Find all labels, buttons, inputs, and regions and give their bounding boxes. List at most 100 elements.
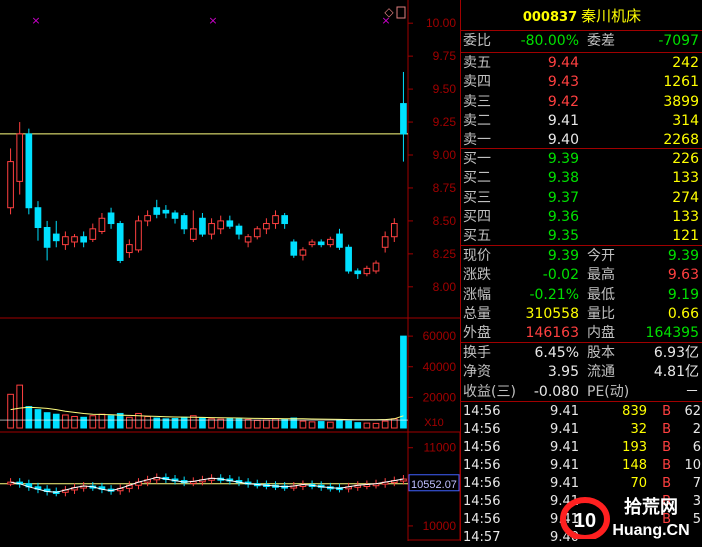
sell-price: 9.42	[547, 93, 579, 110]
quote-label: 涨幅	[463, 286, 491, 303]
candle-body	[7, 161, 14, 209]
volume-bar	[253, 419, 261, 429]
candle-body	[162, 209, 170, 214]
weibi-label: 委比	[463, 33, 491, 49]
volume-bar	[62, 414, 69, 429]
tick-price: 9.41	[550, 440, 579, 455]
volume-bar	[244, 419, 252, 429]
sell-label: 卖二	[463, 112, 491, 129]
tick-row[interactable]: 14:56 9.41 148 B 10	[463, 457, 701, 475]
quote-row: 涨跌 -0.02 最高 9.63	[463, 266, 701, 285]
watermark-badge: 10	[574, 510, 596, 532]
candle-body	[153, 207, 161, 215]
buy-price: 9.36	[547, 208, 579, 225]
buy-volume: 133	[672, 170, 699, 187]
candle-body	[272, 215, 279, 225]
quote-value: -0.21%	[529, 286, 579, 303]
fund-row: 换手 6.45% 股本 6.93亿	[463, 344, 701, 363]
candle-body	[34, 207, 42, 229]
tick-time: 14:56	[463, 458, 501, 473]
tick-count: 2	[692, 422, 701, 437]
tick-time: 14:56	[463, 512, 501, 527]
candle-body	[107, 212, 115, 225]
price-tick-label: 8.75	[433, 181, 457, 195]
divider	[461, 401, 702, 402]
tick-row[interactable]: 14:56 9.41 193 B 6	[463, 439, 701, 457]
volume-bar	[126, 416, 133, 429]
candle-body	[25, 133, 33, 209]
volume-bar	[52, 413, 60, 429]
buy-label: 买一	[463, 151, 491, 167]
fund-value: 6.45%	[534, 345, 579, 361]
fund-row: 净资 3.95 流通 4.81亿	[463, 363, 701, 382]
index-tick-label: 10000	[423, 519, 457, 533]
tick-time: 14:56	[463, 440, 501, 455]
volume-bar	[381, 420, 389, 429]
tick-price: 9.41	[550, 422, 579, 437]
sell-label: 卖三	[463, 93, 491, 110]
candle-body	[89, 228, 97, 240]
watermark-line2: Huang.CN	[612, 522, 689, 539]
volume-bar	[98, 413, 106, 429]
kline-chart[interactable]: 10.009.759.509.259.008.758.508.258.00× × ×…	[0, 0, 460, 541]
buy-volume: 121	[672, 228, 699, 245]
window-box-icon	[396, 6, 406, 19]
tick-bs-flag: B	[662, 404, 671, 419]
price-tick-label: 8.50	[433, 214, 457, 228]
fund-value2: 6.93亿	[653, 345, 699, 361]
candle-body	[299, 249, 307, 256]
quote-label2: 今开	[587, 248, 615, 264]
quote-value2: 9.19	[667, 286, 699, 303]
candle-body	[263, 223, 270, 230]
candle-body	[116, 223, 124, 261]
sell-price: 9.44	[547, 55, 579, 71]
tick-time: 14:56	[463, 476, 501, 491]
candle-body	[126, 244, 133, 254]
watermark-line1: 拾荒网	[624, 496, 678, 518]
volume-bar	[317, 421, 325, 429]
fund-label2: 股本	[587, 345, 615, 361]
quote-label2: 量比	[587, 305, 615, 322]
quote-label2: 内盘	[587, 325, 615, 342]
tick-bs-flag: B	[662, 422, 671, 437]
tick-row[interactable]: 14:56 9.41 32 B 2	[463, 421, 701, 439]
volume-bar	[400, 335, 407, 429]
kline-chart-area[interactable]: 10.00 9.75 9.50 9.25 9.00 8.75 8.50 8.25 8.00 × × ×…	[0, 0, 460, 541]
event-marker: ×	[31, 14, 40, 27]
volume-bar	[299, 420, 307, 429]
buy-row: 买二 9.38 133	[463, 169, 701, 188]
quote-label: 涨跌	[463, 267, 491, 284]
tick-time: 14:56	[463, 422, 501, 437]
candle-body	[327, 238, 334, 246]
quote-value2: 9.39	[667, 248, 699, 264]
volume-bar	[372, 422, 380, 429]
buy-row: 买四 9.36 133	[463, 208, 701, 227]
volume-bar	[89, 415, 97, 429]
tick-row[interactable]: 14:56 9.41 839 B 62	[463, 403, 701, 421]
tick-count: 6	[692, 440, 701, 455]
tick-price: 9.41	[550, 404, 579, 419]
quote-value: 310558	[525, 305, 579, 322]
volume-tick-label: 40000	[423, 360, 457, 374]
sell-price: 9.43	[547, 74, 579, 91]
buy-price: 9.39	[547, 151, 579, 167]
volume-bar	[281, 419, 288, 429]
candle-body	[235, 225, 243, 235]
candle-body	[354, 270, 362, 275]
candle-body	[363, 267, 371, 275]
tick-bs-flag: B	[662, 440, 671, 455]
stock-header: 000837 秦川机床	[461, 5, 702, 26]
quote-label: 外盘	[463, 325, 491, 342]
weibi-row: 委比 -80.00% 委差 -7097	[463, 32, 701, 51]
candle-body	[253, 228, 261, 238]
divider	[461, 30, 702, 31]
sell-label: 卖五	[463, 55, 491, 71]
sell-row: 卖二 9.41 314	[463, 112, 701, 131]
volume-bar	[263, 419, 270, 429]
price-tick-label: 8.00	[433, 280, 457, 294]
price-tick-label: 10.00	[426, 16, 456, 30]
buy-label: 买四	[463, 208, 491, 225]
sell-row: 卖五 9.44 242	[463, 54, 701, 73]
weicha-value: -7097	[658, 33, 699, 49]
fund-row: 收益(三) -0.080 PE(动) －	[463, 383, 701, 402]
